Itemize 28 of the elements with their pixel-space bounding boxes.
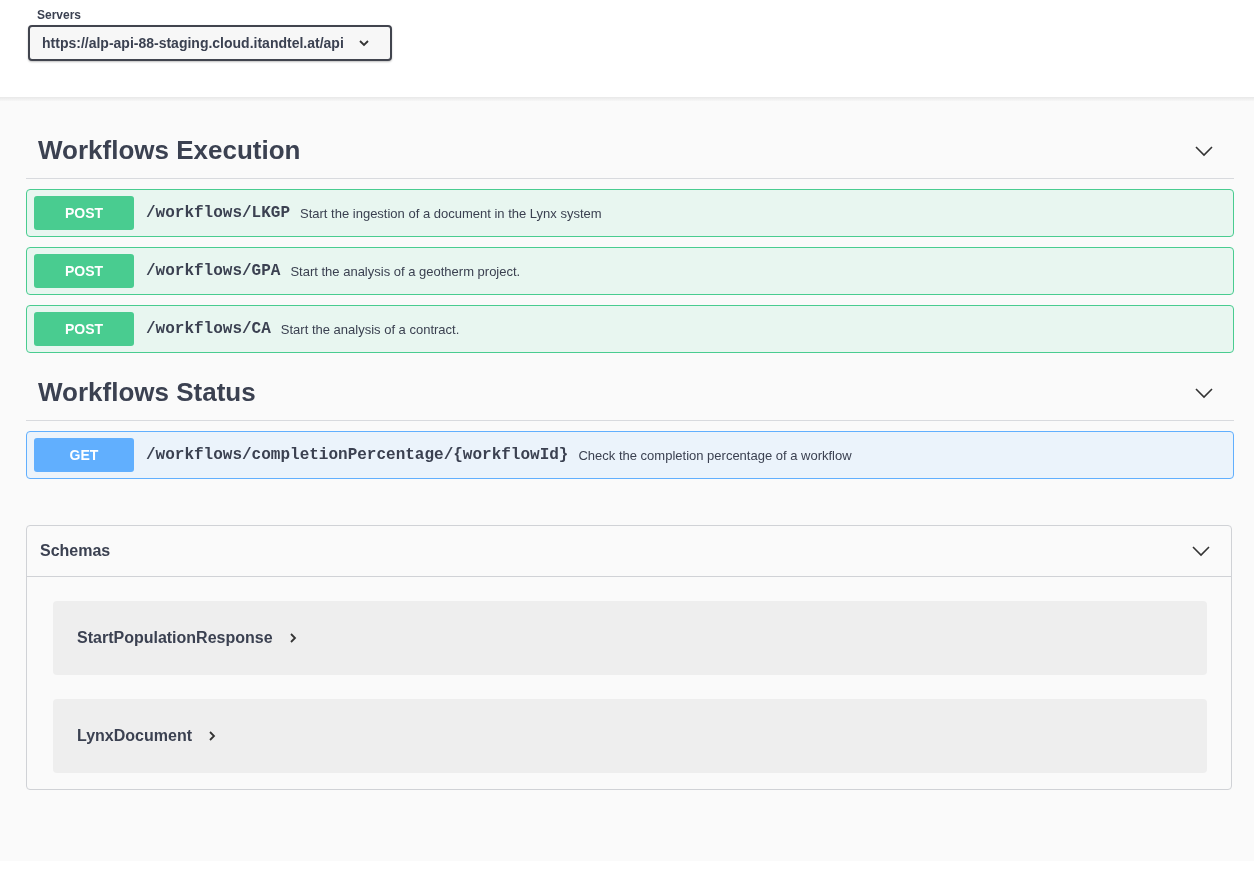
operation-summary: Start the analysis of a contract. (280, 321, 460, 337)
chevron-down-icon (357, 39, 370, 47)
operation-row[interactable]: POST /workflows/CA Start the analysis of a contract. (26, 305, 1234, 353)
operation-summary: Start the analysis of a geotherm project. (290, 263, 521, 279)
section-header[interactable]: Workflows Execution (26, 121, 1234, 179)
operation-path: /workflows/CA (146, 320, 271, 338)
operation-row[interactable]: POST /workflows/GPA Start the analysis of a geotherm project. (26, 247, 1234, 295)
chevron-right-icon (288, 632, 297, 644)
method-badge: POST (34, 312, 134, 346)
method-badge: POST (34, 196, 134, 230)
operation-row[interactable]: POST /workflows/LKGP Start the ingestion of a document in the Lynx system (26, 189, 1234, 237)
method-badge: POST (34, 254, 134, 288)
operation-path: /workflows/LKGP (146, 204, 291, 222)
operation-path: /workflows/completionPercentage/{workflowId} (146, 446, 569, 464)
section-header[interactable]: Workflows Status (26, 363, 1234, 421)
operation-path: /workflows/GPA (146, 262, 281, 280)
server-select[interactable]: https://alp-api-88-staging.cloud.itandtel.at/api (28, 25, 392, 61)
chevron-right-icon (208, 730, 216, 742)
schemas-title: Schemas (40, 542, 111, 560)
chevron-down-icon (1194, 386, 1214, 399)
servers-label: Servers (37, 8, 82, 22)
operation-summary: Start the ingestion of a document in the Lynx system (300, 205, 602, 221)
model-row[interactable]: LynxDocument (53, 699, 1207, 773)
chevron-down-icon[interactable] (1191, 545, 1211, 557)
method-badge: GET (34, 438, 134, 472)
chevron-down-icon (1194, 144, 1214, 157)
operation-summary: Check the completion percentage of a workflow (578, 447, 852, 463)
model-row[interactable]: StartPopulationResponse (53, 601, 1207, 675)
